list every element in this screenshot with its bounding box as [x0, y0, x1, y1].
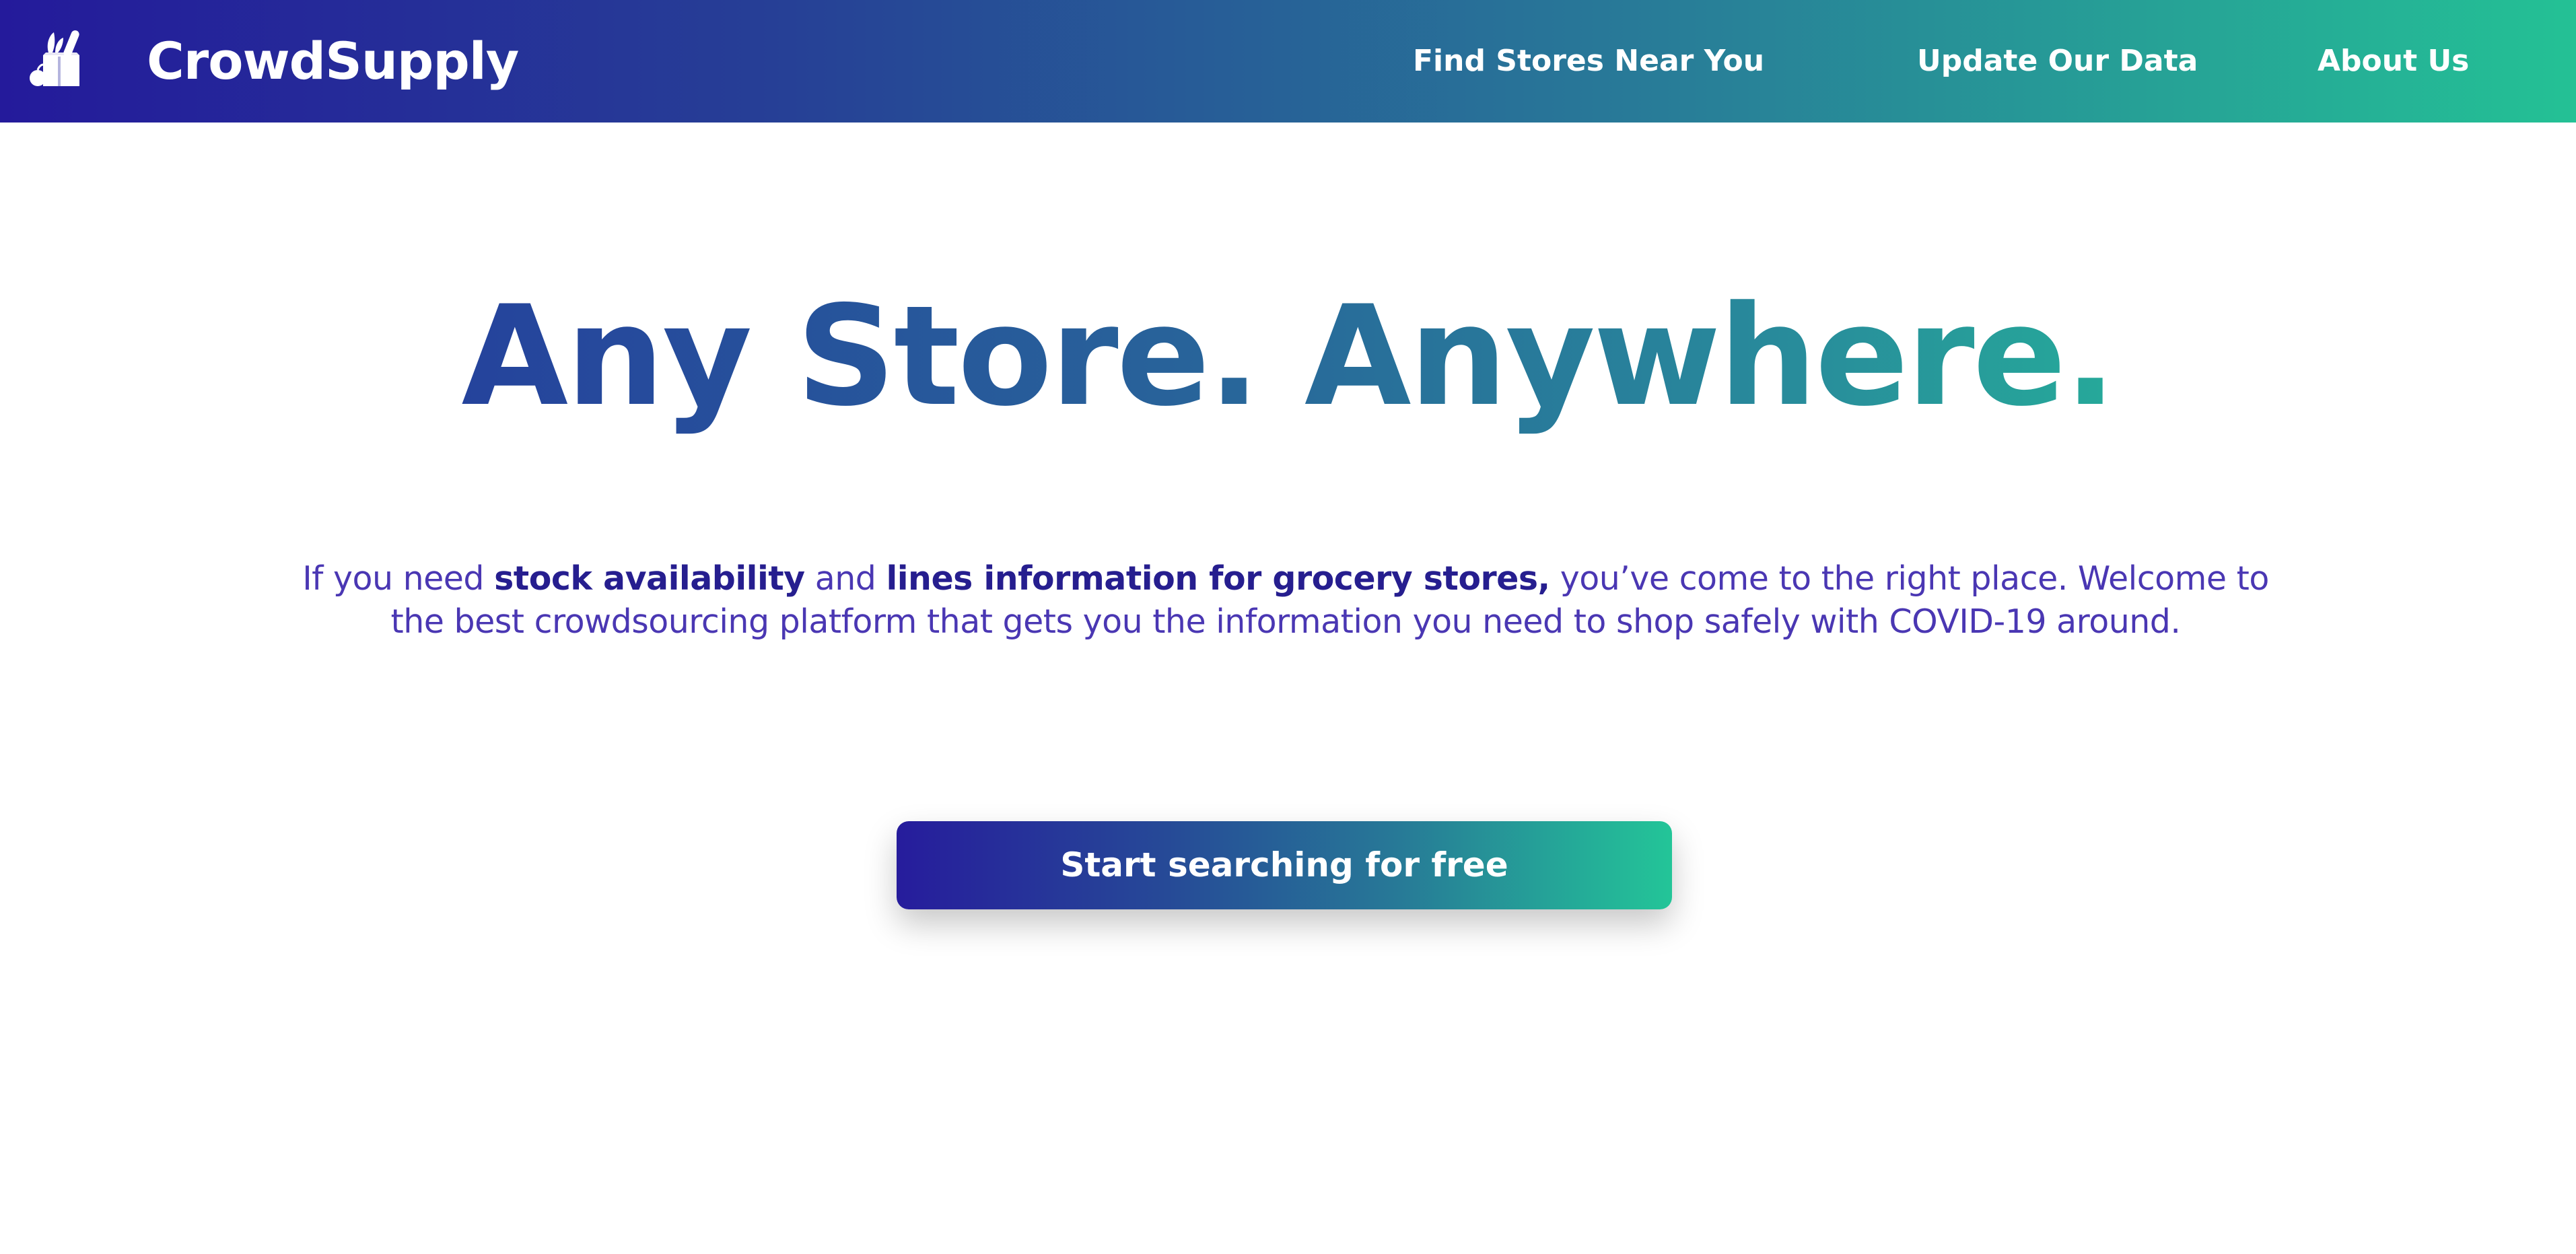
start-searching-button[interactable]: Start searching for free	[897, 821, 1672, 909]
hero-description-bold1: stock availability	[494, 559, 805, 598]
nav-update-data[interactable]: Update Our Data	[1917, 40, 2198, 82]
hero-title-text: Any Store. Anywhere.	[461, 277, 2116, 437]
hero-description: If you need stock availability and lines…	[296, 557, 2275, 643]
top-navbar: CrowdSupply Find Stores Near You Update …	[0, 0, 2576, 123]
hero-description-bold2: lines information for grocery stores,	[886, 559, 1550, 598]
hero-description-part1: If you need	[302, 559, 495, 598]
brand-name[interactable]: CrowdSupply	[147, 31, 519, 92]
hero-title: Any Store. Anywhere.	[0, 276, 2576, 438]
grocery-bag-icon[interactable]	[26, 26, 90, 90]
nav-about-us[interactable]: About Us	[2318, 40, 2469, 82]
hero-description-part2: and	[804, 559, 886, 598]
nav-find-stores[interactable]: Find Stores Near You	[1413, 40, 1764, 82]
